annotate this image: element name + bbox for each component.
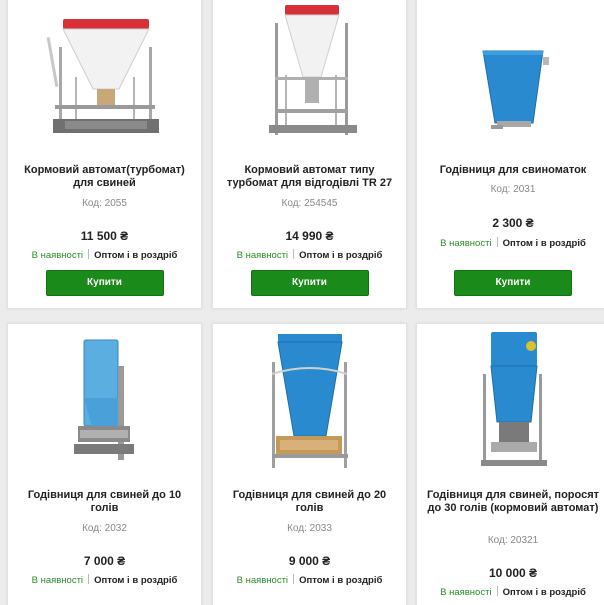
sale-type-label: Оптом і в роздріб bbox=[502, 587, 586, 598]
availability-label: В наявності bbox=[31, 250, 84, 261]
piglet-feeder-icon bbox=[481, 332, 547, 466]
status-divider bbox=[88, 574, 90, 584]
sale-type-label: Оптом і в роздріб bbox=[94, 250, 178, 261]
product-status: В наявності Оптом і в роздріб bbox=[213, 574, 406, 586]
sale-type-label: Оптом і в роздріб bbox=[502, 238, 586, 249]
product-status: В наявності Оптом і в роздріб bbox=[8, 249, 201, 261]
product-card[interactable]: Кормовий автомат(турбомат) для свиней Ко… bbox=[7, 0, 202, 309]
product-image[interactable] bbox=[8, 338, 201, 466]
product-image[interactable] bbox=[8, 7, 201, 141]
product-code: Код: 2032 bbox=[82, 523, 127, 534]
product-card[interactable]: Годівниця для свиноматок Код: 2031 2 300… bbox=[416, 0, 604, 309]
product-status: В наявності Оптом і в роздріб bbox=[417, 586, 604, 598]
product-card[interactable]: Годівниця для свиней до 20 голів Код: 20… bbox=[212, 323, 407, 605]
product-status: В наявності Оптом і в роздріб bbox=[8, 574, 201, 586]
buy-button[interactable]: Купити bbox=[250, 270, 369, 296]
status-divider bbox=[293, 249, 295, 259]
product-card[interactable]: Кормовий автомат типу турбомат для відго… bbox=[212, 0, 407, 309]
product-status: В наявності Оптом і в роздріб bbox=[213, 249, 406, 261]
status-divider bbox=[88, 249, 90, 259]
availability-label: В наявності bbox=[236, 250, 289, 261]
sale-type-label: Оптом і в роздріб bbox=[94, 575, 178, 586]
product-price: 10 000 ₴ bbox=[488, 566, 538, 580]
status-divider bbox=[496, 586, 498, 596]
product-image[interactable] bbox=[417, 330, 604, 470]
product-name[interactable]: Кормовий автомат типу турбомат для відго… bbox=[223, 164, 396, 190]
product-grid: Кормовий автомат(турбомат) для свиней Ко… bbox=[0, 0, 604, 605]
product-name[interactable]: Кормовий автомат(турбомат) для свиней bbox=[18, 164, 191, 190]
product-card[interactable]: Годівниця для свиней до 10 голів Код: 20… bbox=[7, 323, 202, 605]
pig-feeder-icon bbox=[271, 334, 348, 468]
sale-type-label: Оптом і в роздріб bbox=[299, 575, 383, 586]
availability-label: В наявності bbox=[31, 575, 84, 586]
product-status: В наявності Оптом і в роздріб bbox=[417, 237, 604, 249]
buy-button[interactable]: Купити bbox=[45, 270, 164, 296]
pig-feeder-icon bbox=[73, 339, 134, 460]
availability-label: В наявності bbox=[236, 575, 289, 586]
product-image[interactable] bbox=[213, 332, 406, 470]
product-price: 9 000 ₴ bbox=[288, 554, 331, 568]
status-divider bbox=[496, 237, 498, 247]
availability-label: В наявності bbox=[440, 238, 492, 249]
product-code: Код: 2033 bbox=[287, 523, 332, 534]
turbomat-feeder-icon bbox=[46, 19, 159, 133]
product-name[interactable]: Годівниця для свиней до 20 голів bbox=[223, 489, 396, 515]
product-image[interactable] bbox=[417, 47, 604, 137]
product-price: 11 500 ₴ bbox=[80, 229, 129, 243]
product-price: 14 990 ₴ bbox=[285, 229, 334, 243]
product-code: Код: 20321 bbox=[487, 535, 539, 546]
turbomat-feeder-icon bbox=[268, 5, 357, 135]
status-divider bbox=[293, 574, 295, 584]
product-price: 2 300 ₴ bbox=[492, 216, 534, 230]
buy-button[interactable]: Купити bbox=[454, 270, 572, 296]
product-card[interactable]: Годівниця для свиней, поросят до 30 голі… bbox=[416, 323, 604, 605]
product-code: Код: 254545 bbox=[281, 198, 338, 209]
product-name[interactable]: Годівниця для свиней, поросят до 30 голі… bbox=[427, 489, 599, 515]
product-code: Код: 2031 bbox=[490, 184, 536, 195]
sow-feeder-icon bbox=[482, 50, 549, 129]
product-name[interactable]: Годівниця для свиней до 10 голів bbox=[18, 489, 191, 515]
product-name[interactable]: Годівниця для свиноматок bbox=[427, 164, 599, 177]
sale-type-label: Оптом і в роздріб bbox=[299, 250, 383, 261]
product-price: 7 000 ₴ bbox=[83, 554, 126, 568]
product-image[interactable] bbox=[213, 5, 406, 141]
availability-label: В наявності bbox=[440, 587, 492, 598]
product-code: Код: 2055 bbox=[82, 198, 127, 209]
